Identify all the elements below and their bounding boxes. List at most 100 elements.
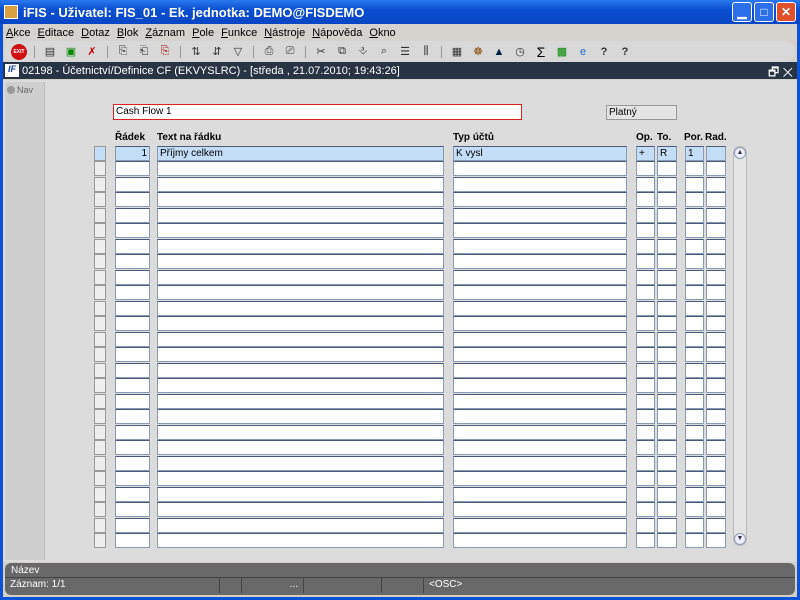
cell-text[interactable] [157, 270, 444, 285]
cell-typ[interactable] [453, 363, 627, 378]
cell-por[interactable] [685, 378, 704, 393]
columns-icon[interactable]: ⫼ [418, 44, 434, 60]
cell-radek[interactable] [115, 518, 150, 533]
help-icon[interactable]: ? [596, 44, 612, 60]
cell-rad[interactable] [706, 456, 726, 471]
cell-typ[interactable] [453, 332, 627, 347]
close-button[interactable]: ✕ [776, 2, 796, 22]
cell-to[interactable] [657, 425, 677, 440]
cell-typ[interactable] [453, 192, 627, 207]
cell-to[interactable] [657, 177, 677, 192]
row-indicator[interactable] [94, 440, 106, 455]
cell-por[interactable] [685, 487, 704, 502]
cell-op[interactable] [636, 533, 655, 548]
cell-to[interactable] [657, 502, 677, 517]
cell-to[interactable] [657, 378, 677, 393]
cell-por[interactable] [685, 363, 704, 378]
row-indicator[interactable] [94, 192, 106, 207]
cell-radek[interactable] [115, 270, 150, 285]
cell-typ[interactable] [453, 208, 627, 223]
cell-typ[interactable] [453, 502, 627, 517]
cell-to[interactable] [657, 487, 677, 502]
cell-radek[interactable] [115, 316, 150, 331]
cell-por[interactable] [685, 177, 704, 192]
cell-por[interactable]: 1 [685, 146, 704, 161]
cell-to[interactable] [657, 270, 677, 285]
cell-to[interactable] [657, 208, 677, 223]
execute-query-icon[interactable]: ⎗ [136, 44, 152, 60]
query-icon[interactable]: ⎘ [115, 44, 131, 60]
cell-text[interactable] [157, 409, 444, 424]
cell-op[interactable] [636, 161, 655, 176]
cell-por[interactable] [685, 301, 704, 316]
cell-op[interactable] [636, 177, 655, 192]
row-indicator[interactable] [94, 518, 106, 533]
triangle-icon[interactable]: ▲ [491, 44, 507, 60]
cell-text[interactable] [157, 301, 444, 316]
cell-typ[interactable] [453, 239, 627, 254]
cell-text[interactable] [157, 518, 444, 533]
cell-op[interactable] [636, 363, 655, 378]
cell-op[interactable] [636, 456, 655, 471]
cell-text[interactable] [157, 502, 444, 517]
cell-text[interactable] [157, 425, 444, 440]
cell-to[interactable] [657, 440, 677, 455]
cell-rad[interactable] [706, 208, 726, 223]
cell-por[interactable] [685, 425, 704, 440]
cell-radek[interactable] [115, 363, 150, 378]
cell-op[interactable] [636, 487, 655, 502]
insert-record-icon[interactable]: ▤ [42, 44, 58, 60]
excel-icon[interactable]: ▩ [554, 44, 570, 60]
cell-typ[interactable] [453, 440, 627, 455]
cell-to[interactable] [657, 192, 677, 207]
sum-icon[interactable]: Σ [533, 44, 549, 60]
cell-por[interactable] [685, 208, 704, 223]
paste-icon[interactable]: ⎀ [355, 44, 371, 60]
cell-typ[interactable] [453, 177, 627, 192]
cell-to[interactable] [657, 394, 677, 409]
row-indicator[interactable] [94, 378, 106, 393]
cell-op[interactable] [636, 425, 655, 440]
cell-radek[interactable] [115, 347, 150, 362]
cell-radek[interactable] [115, 192, 150, 207]
cell-radek[interactable] [115, 285, 150, 300]
cell-op[interactable] [636, 378, 655, 393]
sort-desc-icon[interactable]: ⇵ [209, 44, 225, 60]
cell-typ[interactable] [453, 301, 627, 316]
cell-typ[interactable] [453, 471, 627, 486]
cell-typ[interactable] [453, 161, 627, 176]
wheel-icon[interactable]: ☸ [470, 44, 486, 60]
cell-rad[interactable] [706, 409, 726, 424]
cell-por[interactable] [685, 347, 704, 362]
cell-radek[interactable] [115, 332, 150, 347]
cell-rad[interactable] [706, 363, 726, 378]
cell-typ[interactable] [453, 409, 627, 424]
sort-asc-icon[interactable]: ⇅ [188, 44, 204, 60]
cell-to[interactable] [657, 363, 677, 378]
cell-radek[interactable] [115, 239, 150, 254]
row-indicator[interactable] [94, 316, 106, 331]
close-form-button[interactable]: ✕ [783, 65, 793, 79]
cell-text[interactable] [157, 533, 444, 548]
cell-radek[interactable] [115, 487, 150, 502]
cell-text[interactable] [157, 192, 444, 207]
menu-item-1[interactable]: Editace [37, 27, 74, 39]
cell-text[interactable] [157, 347, 444, 362]
row-indicator[interactable] [94, 161, 106, 176]
cell-text[interactable] [157, 254, 444, 269]
cell-radek[interactable] [115, 301, 150, 316]
cell-typ[interactable] [453, 456, 627, 471]
cell-rad[interactable] [706, 161, 726, 176]
cell-radek[interactable] [115, 409, 150, 424]
cell-rad[interactable] [706, 301, 726, 316]
cut-icon[interactable]: ✂ [313, 44, 329, 60]
vertical-scrollbar[interactable]: ▲ ▼ [733, 146, 747, 546]
menu-item-2[interactable]: Dotaz [81, 27, 110, 39]
cell-rad[interactable] [706, 518, 726, 533]
minimize-button[interactable]: ▁ [732, 2, 752, 22]
cell-rad[interactable] [706, 316, 726, 331]
cell-por[interactable] [685, 239, 704, 254]
cell-op[interactable] [636, 440, 655, 455]
cell-rad[interactable] [706, 285, 726, 300]
cell-radek[interactable] [115, 208, 150, 223]
